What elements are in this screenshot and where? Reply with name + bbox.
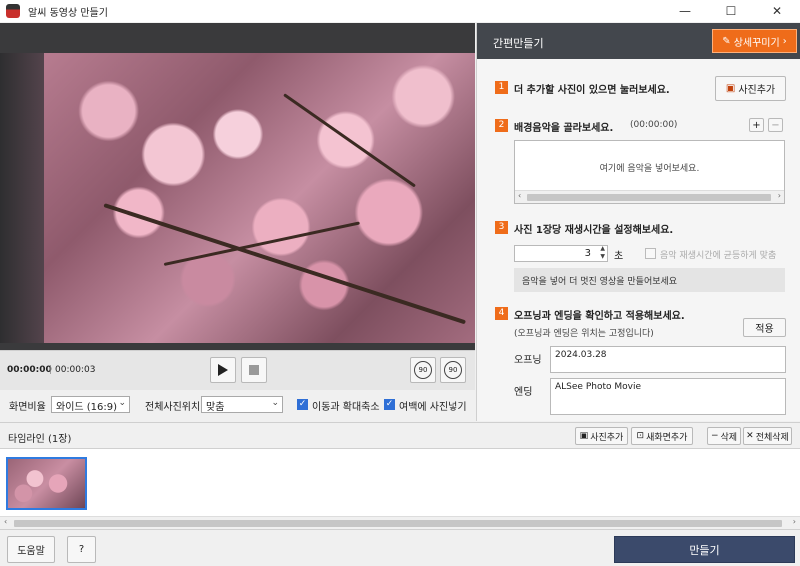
window-title: 알씨 동영상 만들기: [28, 7, 108, 19]
step4-text: 오프닝과 엔딩을 확인하고 적용해보세요.: [514, 311, 685, 322]
easy-make-panel: 간편만들기 ✎ 상세꾸미기 › 1 더 추가할 사진이 있으면 눌러보세요. ▣…: [476, 23, 800, 421]
move-zoom-label: 이동과 확대축소: [312, 402, 380, 413]
branch-shape: [163, 221, 360, 266]
current-time: 00:00:00: [7, 365, 52, 375]
apply-button[interactable]: 적용: [743, 318, 786, 337]
step2-text: 배경음악을 골라보세요.: [514, 123, 614, 134]
seconds-unit: 초: [614, 251, 624, 262]
branch-shape: [103, 203, 467, 325]
add-photo-button[interactable]: ▣ 사진추가: [715, 76, 786, 101]
panel-header: 간편만들기 ✎ 상세꾸미기 ›: [477, 23, 800, 59]
step1-number: 1: [495, 81, 508, 94]
total-time: 00:00:03: [55, 365, 96, 375]
maximize-button[interactable]: ☐: [708, 0, 754, 22]
delete-all-button[interactable]: ✕ 전체삭제: [743, 427, 792, 445]
minus-icon: −: [771, 119, 780, 131]
ratio-label: 화면비율: [9, 402, 46, 413]
add-photo-icon: ▣: [579, 431, 589, 441]
step4-subtext: (오프닝과 엔딩은 위치는 고정입니다): [514, 329, 654, 339]
rotate-right-button[interactable]: 90: [440, 357, 466, 383]
timeline-scrollbar[interactable]: ‹ ›: [0, 516, 800, 529]
app-icon: [6, 4, 20, 18]
scroll-left-icon: ‹: [4, 517, 8, 526]
preview-prev-frame: [0, 53, 44, 343]
opening-field[interactable]: 2024.03.28: [550, 346, 786, 373]
fill-margin-checkbox[interactable]: ✓: [384, 399, 395, 410]
detail-decorate-button[interactable]: ✎ 상세꾸미기 ›: [712, 29, 797, 53]
scroll-right-icon: ›: [777, 191, 781, 200]
rotate-right-icon: 90: [444, 361, 462, 379]
music-duration: (00:00:00): [630, 120, 678, 130]
branch-shape: [283, 93, 416, 188]
ending-label: 엔딩: [514, 387, 533, 398]
step3-number: 3: [495, 221, 508, 234]
position-select[interactable]: 맞춤 ⌄: [201, 396, 283, 413]
fit-music-label: 음악 재생시간에 균등하게 맞춤: [660, 251, 777, 261]
opening-value: 2024.03.28: [555, 350, 607, 360]
music-placeholder: 여기에 음악을 넣어보세요.: [599, 164, 700, 174]
chevron-down-icon: ⌄: [271, 398, 279, 408]
ratio-select[interactable]: 와이드 (16:9) ⌄: [51, 396, 130, 413]
step3-text: 사진 1장당 재생시간을 설정해보세요.: [514, 225, 674, 236]
brush-icon: ✎: [722, 35, 731, 47]
timeline-add-photo-button[interactable]: ▣ 사진추가: [575, 427, 628, 445]
scrollbar-thumb[interactable]: [14, 520, 782, 527]
video-preview: [0, 23, 475, 350]
ending-value: ALSee Photo Movie: [555, 382, 641, 392]
stop-icon: [249, 365, 259, 375]
play-button[interactable]: [210, 357, 236, 383]
question-button[interactable]: ?: [67, 536, 96, 563]
step2-number: 2: [495, 119, 508, 132]
position-label: 전체사진위치: [145, 402, 201, 413]
scroll-left-icon: ‹: [518, 191, 522, 200]
time-separator: |: [49, 365, 53, 375]
close-icon: ✕: [746, 431, 754, 441]
timeline-thumbnail[interactable]: [6, 457, 87, 510]
scroll-right-icon: ›: [792, 517, 796, 526]
move-zoom-checkbox[interactable]: ✓: [297, 399, 308, 410]
add-music-button[interactable]: +: [749, 118, 764, 132]
scrollbar-thumb[interactable]: [527, 194, 771, 201]
new-screen-icon: ⊡: [636, 431, 645, 441]
panel-title: 간편만들기: [493, 37, 544, 50]
rotate-left-icon: 90: [414, 361, 432, 379]
help-button[interactable]: 도움말: [7, 536, 55, 563]
preview-photo: [44, 53, 475, 343]
step1-text: 더 추가할 사진이 있으면 눌러보세요.: [514, 85, 670, 96]
fit-music-checkbox[interactable]: [645, 248, 656, 259]
rotate-left-button[interactable]: 90: [410, 357, 436, 383]
plus-icon: +: [752, 119, 761, 131]
opening-label: 오프닝: [514, 355, 542, 366]
music-drop-area[interactable]: 여기에 음악을 넣어보세요. ‹ ›: [514, 140, 785, 204]
remove-music-button[interactable]: −: [768, 118, 783, 132]
minus-icon: −: [710, 431, 719, 441]
add-photo-icon: ▣: [725, 83, 736, 94]
options-bar: 화면비율 와이드 (16:9) ⌄ 전체사진위치 맞춤 ⌄ ✓ 이동과 확대축소 ✓…: [0, 390, 475, 420]
step4-number: 4: [495, 307, 508, 320]
minimize-button[interactable]: —: [662, 0, 708, 22]
bottom-bar: 도움말 ? 만들기: [0, 530, 800, 566]
close-button[interactable]: ✕: [754, 0, 800, 22]
play-icon: [218, 364, 228, 376]
music-hint: 음악을 넣어 더 멋진 영상을 만들어보세요: [514, 268, 785, 292]
fill-margin-label: 여백에 사진넣기: [399, 402, 467, 413]
chevron-right-icon: ›: [782, 35, 787, 47]
timeline-header: 타임라인 (1장) ▣ 사진추가 ⊡ 새화면추가 − 삭제 ✕ 전체삭제: [0, 422, 800, 448]
title-bar: 알씨 동영상 만들기 — ☐ ✕: [0, 0, 800, 22]
playback-controls: 00:00:00 | 00:00:03 90 90: [0, 350, 475, 390]
make-button[interactable]: 만들기: [614, 536, 795, 563]
seconds-value: 3: [584, 248, 591, 259]
timeline-track: ‹ ›: [0, 448, 800, 530]
delete-button[interactable]: − 삭제: [707, 427, 741, 445]
stepper-arrows-icon[interactable]: ▲ ▼: [600, 245, 605, 261]
new-screen-add-button[interactable]: ⊡ 새화면추가: [631, 427, 693, 445]
timeline-label: 타임라인 (1장): [8, 434, 72, 445]
seconds-stepper[interactable]: 3 ▲ ▼: [514, 245, 608, 262]
chevron-down-icon: ⌄: [118, 398, 126, 408]
music-scrollbar[interactable]: ‹ ›: [515, 190, 784, 203]
stop-button[interactable]: [241, 357, 267, 383]
ending-field[interactable]: ALSee Photo Movie: [550, 378, 786, 415]
